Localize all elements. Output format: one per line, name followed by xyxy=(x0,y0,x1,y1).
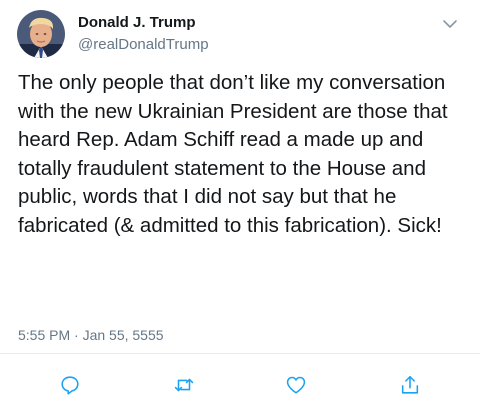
like-button[interactable] xyxy=(284,373,308,397)
author-name[interactable]: Donald J. Trump xyxy=(78,14,196,31)
divider xyxy=(0,353,480,354)
avatar[interactable] xyxy=(17,10,65,58)
tweet-card: Donald J. Trump @realDonaldTrump The onl… xyxy=(0,0,480,410)
heart-icon xyxy=(286,376,306,394)
author-handle[interactable]: @realDonaldTrump xyxy=(78,36,209,53)
avatar-image xyxy=(17,10,65,58)
reply-icon xyxy=(61,376,79,395)
tweet-text: The only people that don’t like my conve… xyxy=(18,71,448,237)
share-icon xyxy=(401,375,419,394)
retweet-button[interactable] xyxy=(172,373,196,397)
retweet-icon xyxy=(174,378,194,392)
reply-button[interactable] xyxy=(58,373,82,397)
chevron-down-icon[interactable] xyxy=(440,14,460,34)
tweet-timestamp[interactable]: 5:55 PM · Jan 55, 5555 xyxy=(18,327,164,343)
share-button[interactable] xyxy=(398,373,422,397)
